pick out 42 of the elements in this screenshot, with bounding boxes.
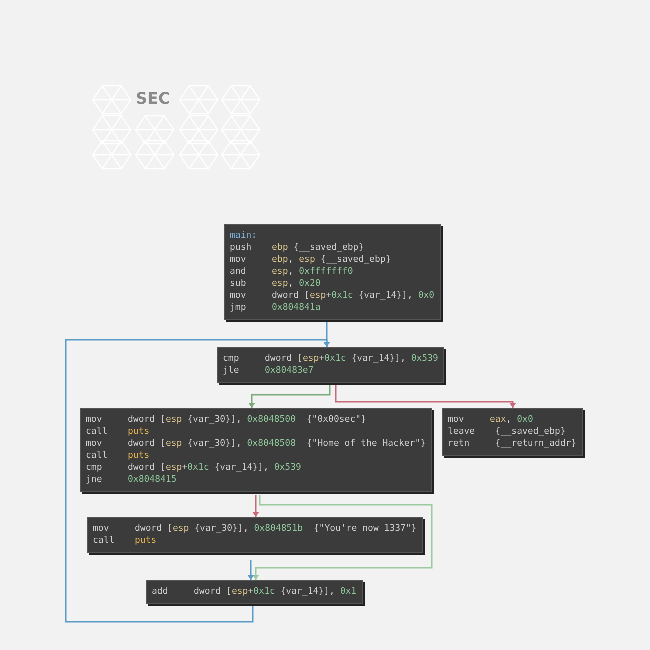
operand-text: esp, 0x20 [272, 278, 321, 290]
mnemonic: mov [93, 523, 110, 535]
operand-text: eax, 0x0 [490, 414, 534, 426]
mnemonic: call [86, 450, 109, 462]
operand-text: 0x8048415 [128, 474, 177, 486]
operand-text: puts [128, 426, 150, 438]
operand-text: {__saved_ebp} [494, 426, 566, 438]
operand-text: dword [esp+0x1c {var_14}], 0x539 [128, 462, 302, 474]
operand-text: puts [128, 450, 150, 462]
operand-text: ebp, esp {__saved_ebp} [272, 254, 392, 266]
function-label: main: [230, 230, 258, 242]
mnemonic: call [86, 426, 109, 438]
mnemonic: mov [86, 438, 104, 450]
mnemonic: cmp [223, 353, 240, 365]
operand-text: dword [esp {var_30}], 0x804851b {"You're now 1337"} [135, 523, 417, 535]
operand-text: dword [esp {var_30}], 0x8048508 {"Home of the Hacker"} [128, 438, 426, 450]
operand-text: 0x804841a [272, 302, 321, 314]
mnemonic: leave [448, 426, 476, 438]
operand-text: {__return_addr} [494, 438, 577, 450]
mnemonic: mov [230, 290, 248, 302]
mnemonic: jle [223, 365, 240, 377]
logo-text: SEC [136, 91, 170, 107]
mnemonic: mov [230, 254, 248, 266]
mnemonic: mov [86, 414, 104, 426]
operand-text: dword [esp {var_30}], 0x8048500 {"0x00sec"} [128, 414, 366, 426]
mnemonic: push [230, 242, 253, 254]
operand-text: dword [esp+0x1c {var_14}], 0x0 [272, 290, 435, 302]
mnemonic: sub [230, 278, 248, 290]
mnemonic: mov [448, 414, 466, 426]
operand-text: ebp {__saved_ebp} [272, 242, 364, 254]
mnemonic: jne [86, 474, 104, 486]
operand-text: 0x80483e7 [265, 365, 314, 377]
mnemonic: cmp [86, 462, 104, 474]
operand-text: esp, 0xfffffff0 [272, 266, 354, 278]
operand-text: puts [135, 535, 157, 547]
mnemonic: and [230, 266, 248, 278]
mnemonic: add [152, 586, 170, 598]
mnemonic: call [93, 535, 116, 547]
operand-text: dword [esp+0x1c {var_14}], 0x539 [265, 353, 438, 365]
mnemonic: retn [448, 438, 471, 450]
mnemonic: jmp [230, 302, 248, 314]
operand-text: dword [esp+0x1c {var_14}], 0x1 [194, 586, 357, 598]
